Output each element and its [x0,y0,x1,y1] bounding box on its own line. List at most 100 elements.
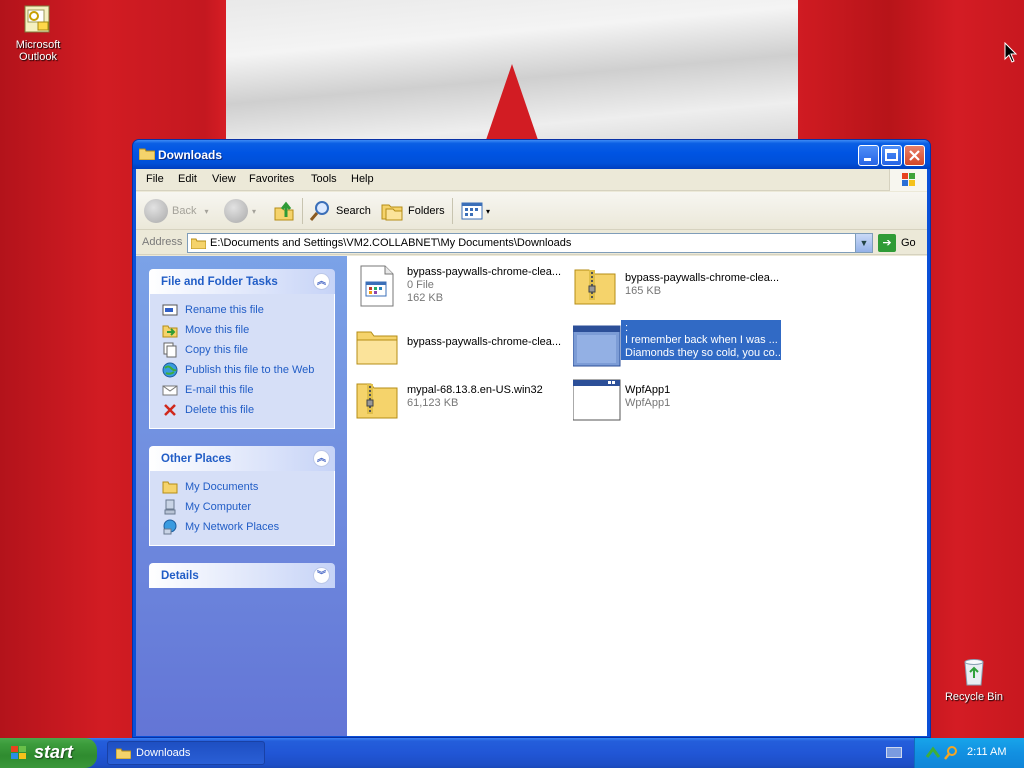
toolbar-separator [452,198,453,224]
collapse-chevron-icon[interactable]: ︽ [313,273,330,290]
start-button[interactable]: start [0,738,97,768]
task-publish[interactable]: Publish this file to the Web [150,360,334,380]
folder-icon [162,481,178,494]
file-item[interactable]: bypass-paywalls-chrome-clea... 0 File 16… [351,260,561,308]
chevron-down-icon: ▾ [252,206,257,216]
search-button[interactable]: Search [308,198,371,224]
minimize-icon [864,158,871,161]
file-item[interactable]: mypal-68.13.8.en-US.win32 61,123 KB [351,374,561,422]
zip-folder-icon [573,264,617,308]
maximize-button[interactable] [881,145,902,166]
window-client: File Edit View Favorites Tools Help Back… [136,169,927,736]
panel-header[interactable]: Other Places ︽ [149,446,335,471]
folder-icon [355,324,399,368]
file-folder-tasks-panel: File and Folder Tasks ︽ Rename this file… [149,269,335,429]
title-bar[interactable]: Downloads [133,140,930,169]
file-item[interactable]: bypass-paywalls-chrome-clea... [351,320,561,368]
panel-header[interactable]: File and Folder Tasks ︽ [149,269,335,294]
rename-icon [162,304,178,316]
task-pane: File and Folder Tasks ︽ Rename this file… [136,256,347,736]
views-button[interactable]: ▾ [460,198,490,224]
place-my-computer[interactable]: My Computer [150,497,334,517]
file-item-selected[interactable]: : I remember back when I was ... Diamond… [569,320,784,368]
views-icon [461,202,483,220]
globe-icon [162,362,178,378]
task-delete[interactable]: Delete this file [150,400,334,420]
move-icon [162,325,178,338]
up-folder-icon [274,201,294,221]
computer-icon [164,499,176,515]
task-label: Delete this file [185,404,255,416]
task-copy[interactable]: Copy this file [150,340,334,360]
wallpaper-maple-leaf [486,64,538,140]
forward-button[interactable]: ▾ [224,198,256,224]
go-button[interactable]: ➔ Go [878,234,916,252]
panel-body: Rename this file Move this file Copy thi… [149,294,335,429]
close-button[interactable] [904,145,925,166]
network-status-icon[interactable] [925,745,941,761]
folders-label: Folders [408,205,445,217]
menu-tools[interactable]: Tools [311,173,337,185]
menu-file[interactable]: File [146,173,164,185]
app-window-icon [572,324,621,368]
address-dropdown-button[interactable]: ▼ [855,234,872,252]
task-rename[interactable]: Rename this file [150,300,334,320]
file-name: bypass-paywalls-chrome-clea... [407,336,562,348]
back-arrow-icon [144,199,168,223]
mouse-cursor-icon [1004,42,1018,63]
toolbar: Back ▾ ▾ Search Folders ▾ [136,192,927,230]
copy-icon [163,342,177,358]
menu-edit[interactable]: Edit [178,173,197,185]
place-label: My Network Places [185,521,280,533]
clock: 2:11 AM [967,746,1007,758]
keyboard-icon[interactable] [886,747,902,758]
task-move[interactable]: Move this file [150,320,334,340]
other-places-panel: Other Places ︽ My Documents My Computer … [149,446,335,546]
place-my-documents[interactable]: My Documents [150,477,334,497]
desktop-icon-label: Microsoft [15,39,61,51]
search-tray-icon[interactable] [943,745,959,761]
address-bar: Address E:\Documents and Settings\VM2.CO… [136,231,927,255]
file-name: WpfApp1 [625,384,671,396]
file-item[interactable]: WpfApp1 WpfApp1 [569,374,779,422]
taskbar-item-downloads[interactable]: Downloads [107,741,265,765]
desktop-icon-recycle-bin[interactable]: Recycle Bin [936,656,1012,703]
back-label: Back [172,205,197,217]
start-label: start [34,742,74,762]
chevron-down-icon: ▾ [486,206,491,216]
file-name: bypass-paywalls-chrome-clea... [407,266,562,278]
window-title: Downloads [158,148,223,162]
task-label: E-mail this file [185,384,254,396]
menu-view[interactable]: View [212,173,236,185]
up-folder-button[interactable] [272,198,296,224]
go-arrow-icon: ➔ [878,234,896,252]
panel-title: File and Folder Tasks [161,276,278,288]
search-icon [309,201,329,221]
desktop-icon-outlook[interactable]: Microsoft Outlook [0,4,76,63]
file-name: : [625,322,629,334]
folders-button[interactable]: Folders [380,198,445,224]
file-item[interactable]: bypass-paywalls-chrome-clea... 165 KB [569,260,779,308]
task-label: Copy this file [185,344,248,356]
file-type: WpfApp1 [625,397,671,409]
back-button[interactable]: Back ▾ [144,198,208,224]
address-input[interactable]: E:\Documents and Settings\VM2.COLLABNET\… [187,233,873,253]
desktop-icon-label: Recycle Bin [944,691,1004,703]
forward-arrow-icon [224,199,248,223]
menu-help[interactable]: Help [351,173,374,185]
place-label: My Computer [185,501,252,513]
task-email[interactable]: E-mail this file [150,380,334,400]
menu-favorites[interactable]: Favorites [249,173,294,185]
panel-header[interactable]: Details ︾ [149,563,335,588]
place-network[interactable]: My Network Places [150,517,334,537]
go-label: Go [901,237,916,249]
toolbar-separator [302,198,303,224]
address-path: E:\Documents and Settings\VM2.COLLABNET\… [210,237,572,249]
minimize-button[interactable] [858,145,879,166]
expand-chevron-icon[interactable]: ︾ [313,567,330,584]
folders-icon [381,204,403,221]
system-tray: 2:11 AM [914,738,1024,768]
desktop-icon-label: Outlook [19,51,57,63]
app-window-icon [572,378,621,422]
collapse-chevron-icon[interactable]: ︽ [313,450,330,467]
